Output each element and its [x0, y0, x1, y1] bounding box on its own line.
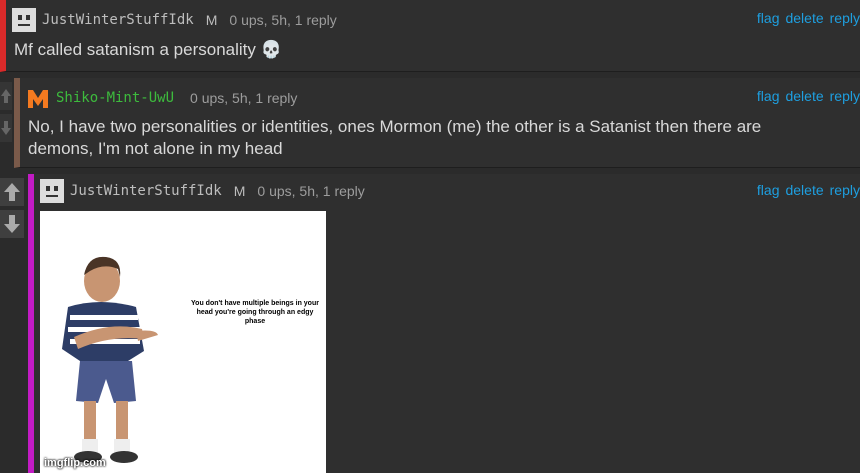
comment-meta: 0 ups, 5h, 1 reply [190, 90, 298, 106]
mod-badge: M [205, 12, 218, 28]
downvote-button[interactable] [0, 210, 24, 238]
username[interactable]: Shiko-Mint-UwU [56, 90, 174, 106]
downvote-button[interactable] [0, 114, 12, 142]
username[interactable]: JustWinterStuffIdk [70, 183, 222, 199]
comment-actions: flag delete reply [757, 182, 860, 198]
vote-controls-2 [0, 82, 12, 142]
delete-link[interactable]: delete [785, 10, 823, 26]
reply-link[interactable]: reply [830, 10, 860, 26]
user-avatar[interactable] [12, 8, 36, 32]
comment-text-line-2: demons, I'm not alone in my head [28, 139, 283, 158]
meme-image[interactable]: You don't have multiple beings in your h… [40, 211, 326, 473]
flag-link[interactable]: flag [757, 88, 780, 104]
comment-meta: 0 ups, 5h, 1 reply [257, 183, 365, 199]
comment-text-line-1: No, I have two personalities or identiti… [28, 117, 762, 136]
flag-link[interactable]: flag [757, 182, 780, 198]
meme-caption: You don't have multiple beings in your h… [191, 300, 319, 325]
mod-badge: M [233, 183, 246, 199]
upvote-button[interactable] [0, 178, 24, 206]
arrow-up-icon [1, 89, 11, 103]
user-avatar[interactable] [40, 179, 64, 203]
arrow-down-icon [4, 215, 20, 233]
comment-3: JustWinterStuffIdk M 0 ups, 5h, 1 reply … [28, 174, 860, 473]
reply-link[interactable]: reply [830, 88, 860, 104]
imgflip-watermark: imgflip.com [44, 457, 106, 469]
delete-link[interactable]: delete [785, 88, 823, 104]
comment-header: JustWinterStuffIdk M 0 ups, 5h, 1 reply [12, 8, 337, 32]
vote-controls-3 [0, 178, 24, 238]
boy-figure-icon [62, 256, 158, 463]
comment-text: Mf called satanism a personality 💀 [14, 40, 282, 59]
comment-2: Shiko-Mint-UwU 0 ups, 5h, 1 reply flag d… [14, 78, 860, 168]
comment-actions: flag delete reply [757, 10, 860, 26]
comment-1: JustWinterStuffIdk M 0 ups, 5h, 1 reply … [0, 0, 860, 72]
comment-meta: 0 ups, 5h, 1 reply [229, 12, 337, 28]
reply-link[interactable]: reply [830, 182, 860, 198]
comment-actions: flag delete reply [757, 88, 860, 104]
comment-header: Shiko-Mint-UwU 0 ups, 5h, 1 reply [26, 86, 297, 110]
username[interactable]: JustWinterStuffIdk [42, 12, 194, 28]
delete-link[interactable]: delete [785, 182, 823, 198]
user-avatar[interactable] [26, 86, 50, 110]
upvote-button[interactable] [0, 82, 12, 110]
flag-link[interactable]: flag [757, 10, 780, 26]
arrow-down-icon [1, 121, 11, 135]
comment-text: No, I have two personalities or identiti… [28, 116, 761, 160]
comment-header: JustWinterStuffIdk M 0 ups, 5h, 1 reply [40, 179, 365, 203]
arrow-up-icon [4, 183, 20, 201]
orange-m-icon [28, 90, 48, 108]
